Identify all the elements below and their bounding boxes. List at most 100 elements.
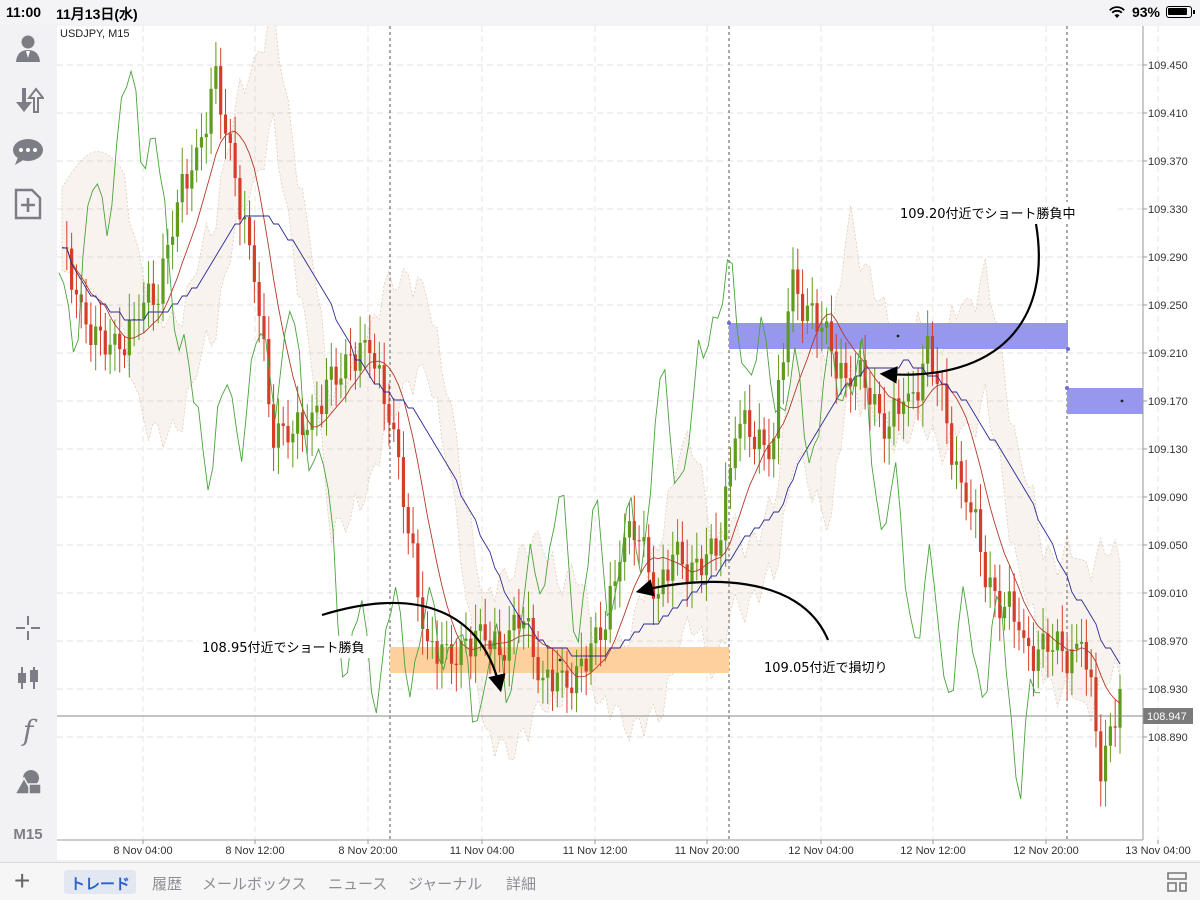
y-tick-label: 109.250 <box>1148 300 1188 312</box>
candle-body <box>647 537 651 573</box>
y-tick-label: 109.370 <box>1148 156 1188 168</box>
candle-body <box>334 366 338 385</box>
candle-body <box>574 666 579 694</box>
candle-body <box>651 572 656 599</box>
candle-body <box>103 330 107 355</box>
candle-body <box>411 533 415 544</box>
chat-icon[interactable] <box>10 134 46 170</box>
tab-news[interactable]: ニュース <box>322 870 393 894</box>
candle-body <box>786 311 790 363</box>
candle-body <box>584 658 588 672</box>
candle-body <box>257 281 261 317</box>
candle-body <box>719 540 723 556</box>
candle-body <box>1007 591 1011 607</box>
tab-journal[interactable]: ジャーナル <box>402 870 488 894</box>
candle-body <box>656 594 660 599</box>
candle-body <box>276 423 281 448</box>
candle-body <box>171 236 175 245</box>
annotation-short-entry: 108.95付近でショート勝負 <box>202 641 365 656</box>
account-icon[interactable] <box>10 30 46 66</box>
candle-body <box>560 670 564 673</box>
candle-body <box>146 283 151 303</box>
candle-body <box>546 669 550 678</box>
chart-area[interactable]: 108.947 109.20付近でショート勝負中 108.95付近でショート勝負… <box>57 26 1200 860</box>
candle-body <box>392 422 396 430</box>
candle-body <box>1051 650 1055 652</box>
candle-body <box>113 333 117 345</box>
candle-body <box>368 339 372 354</box>
candle-body <box>219 66 223 115</box>
blue-zone-right[interactable] <box>1067 388 1143 414</box>
candle-body <box>570 687 574 694</box>
candle-body <box>839 362 843 379</box>
indicator-lines <box>58 69 1121 800</box>
candle-body <box>709 538 713 555</box>
candle-body <box>209 88 213 134</box>
candle-body <box>820 327 824 332</box>
candle-body <box>98 326 103 331</box>
candle-body <box>536 657 540 681</box>
candle-body <box>401 457 406 507</box>
status-date: 11月13日(水) <box>56 6 138 22</box>
candle-body <box>565 670 569 688</box>
candle-body <box>175 202 180 237</box>
candle-body <box>661 569 665 595</box>
tab-history[interactable]: 履歴 <box>146 870 188 894</box>
add-icon[interactable]: + <box>14 867 30 895</box>
timeframe-button[interactable]: M15 <box>10 816 46 852</box>
y-tick-label: 109.450 <box>1148 60 1188 72</box>
candle-body <box>1060 631 1064 652</box>
y-tick-label: 109.290 <box>1148 252 1188 264</box>
candle-body <box>320 405 324 414</box>
candle-body <box>1012 591 1016 622</box>
y-tick-label: 109.170 <box>1148 396 1188 408</box>
candle-body <box>599 627 603 641</box>
axes: 109.450 109.410 109.370 109.330 109.290 109.2… <box>57 26 1191 857</box>
candle-body <box>156 303 160 305</box>
candle-body <box>825 321 829 328</box>
candle-body <box>142 302 146 320</box>
y-tick-label: 109.410 <box>1148 108 1188 120</box>
y-tick-label: 109.090 <box>1148 492 1188 504</box>
x-tick-label: 12 Nov 04:00 <box>788 845 853 857</box>
candlestick-icon[interactable] <box>10 660 46 696</box>
x-tick-label: 12 Nov 12:00 <box>900 845 965 857</box>
annotation-stop-loss: 109.05付近で損切り <box>764 661 888 676</box>
candle-body <box>738 423 742 439</box>
x-tick-label: 12 Nov 20:00 <box>1013 845 1078 857</box>
annotation-short-current: 109.20付近でショート勝負中 <box>900 207 1076 222</box>
candle-body <box>873 394 877 405</box>
tab-details[interactable]: 詳細 <box>500 870 542 894</box>
candle-body <box>440 644 444 664</box>
y-tick-label: 109.330 <box>1148 204 1188 216</box>
trade-arrows-icon[interactable] <box>10 82 46 118</box>
status-time: 11:00 <box>6 4 42 20</box>
candle-body <box>815 303 819 332</box>
candle-body <box>118 333 122 350</box>
candle-body <box>892 398 896 427</box>
candle-body <box>969 502 973 513</box>
candle-body <box>70 248 74 290</box>
candle-body <box>195 147 199 171</box>
y-tick-label: 108.970 <box>1148 636 1188 648</box>
candle-body <box>281 423 285 426</box>
indicator-icon[interactable]: f <box>10 712 46 748</box>
candle-body <box>1027 637 1031 647</box>
candle-body <box>680 541 684 565</box>
battery-icon <box>1166 6 1195 18</box>
chart-canvas[interactable]: 108.947 109.20付近でショート勝負中 108.95付近でショート勝負… <box>57 26 1200 860</box>
candle-body <box>1113 726 1117 728</box>
crosshair-icon[interactable] <box>10 610 46 646</box>
tab-mailbox[interactable]: メールボックス <box>196 870 313 894</box>
candle-body <box>94 326 98 346</box>
layout-icon[interactable] <box>1166 871 1188 893</box>
tab-trade[interactable]: トレード <box>64 870 137 894</box>
candle-body <box>185 173 189 189</box>
candle-body <box>204 133 208 138</box>
candle-body <box>541 677 545 681</box>
candle-body <box>517 614 521 629</box>
new-order-icon[interactable] <box>10 186 46 222</box>
x-tick-label: 11 Nov 04:00 <box>450 845 515 857</box>
objects-icon[interactable] <box>10 764 46 800</box>
candle-body <box>781 362 785 381</box>
